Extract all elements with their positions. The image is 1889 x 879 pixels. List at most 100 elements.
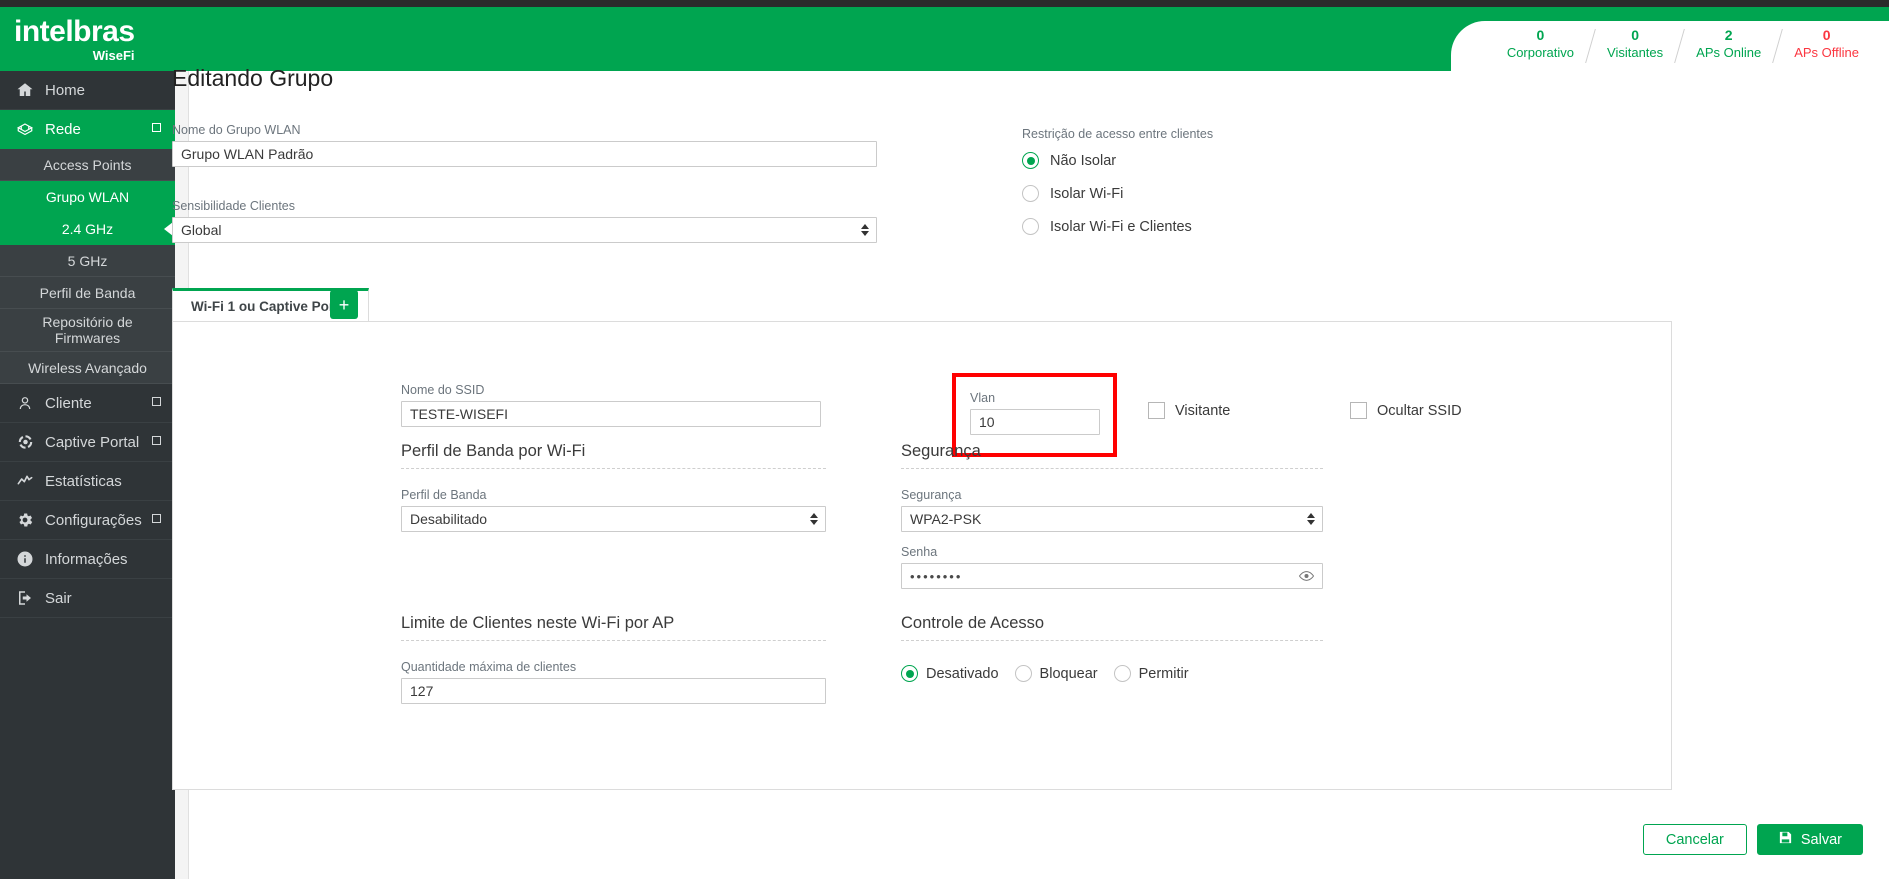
sidebar-item-24ghz[interactable]: 2.4 GHz — [0, 213, 175, 245]
logout-icon — [12, 589, 38, 607]
save-button-label: Salvar — [1800, 831, 1842, 848]
sidebar-item-sair-label: Sair — [45, 589, 72, 607]
header-stats: 0 Corporativo 0 Visitantes 2 APs Online … — [1450, 21, 1889, 78]
wifi-tabs: Wi-Fi 1 ou Captive Portal + — [172, 288, 1672, 322]
section-divider — [901, 468, 1323, 469]
brand-product: WiseFi — [92, 48, 135, 63]
info-icon — [12, 550, 38, 568]
add-wifi-tab-button[interactable]: + — [330, 290, 358, 319]
sidebar-item-sair[interactable]: Sair — [0, 579, 175, 618]
app-header: intelbras WiseFi 0 Corporativo 0 Visitan… — [0, 7, 1889, 78]
sidebar-item-perfil-de-banda-label: Perfil de Banda — [39, 284, 136, 301]
sidebar-item-estatisticas[interactable]: Estatísticas — [0, 462, 175, 501]
vlan-input[interactable] — [970, 409, 1100, 435]
stat-aps-online[interactable]: 2 APs Online — [1680, 26, 1777, 61]
ssid-input[interactable] — [401, 401, 821, 427]
password-label: Senha — [901, 545, 938, 559]
access-control-radio-group: Desativado Bloquear Permitir — [901, 659, 1323, 688]
radio-icon[interactable] — [1113, 665, 1131, 682]
stat-visitantes-label: Visitantes — [1607, 45, 1664, 60]
band-profile-select[interactable]: Desabilitado — [401, 506, 826, 532]
access-control-option-permitir[interactable]: Permitir — [1113, 659, 1189, 688]
ocultar-ssid-label: Ocultar SSID — [1377, 402, 1462, 419]
client-limit-section: Limite de Clientes neste Wi-Fi por AP Qu… — [401, 614, 826, 704]
chevron-expand-icon[interactable] — [152, 123, 161, 132]
eye-toggle-icon[interactable] — [1298, 568, 1315, 584]
access-control-option-desativado[interactable]: Desativado — [901, 659, 999, 688]
sidebar-item-configuracoes-label: Configurações — [45, 511, 142, 529]
sidebar-item-repositorio-firmwares-label: Repositório de Firmwares — [42, 314, 133, 346]
brand-name: intelbras — [14, 15, 135, 48]
visitante-checkbox-row[interactable]: Visitante — [1148, 402, 1230, 419]
sidebar: Home Rede Access Points Grupo WLAN 2.4 G… — [0, 71, 175, 879]
band-profile-section-title: Perfil de Banda por Wi-Fi — [401, 442, 586, 460]
client-limit-label: Quantidade máxima de clientes — [401, 660, 577, 674]
section-divider — [401, 640, 826, 641]
sidebar-item-captive-portal-label: Captive Portal — [45, 433, 140, 451]
group-name-input[interactable] — [172, 141, 877, 167]
chevron-expand-icon[interactable] — [152, 397, 161, 406]
stat-corporativo-value: 0 — [1536, 27, 1545, 43]
sidebar-item-24ghz-label: 2.4 GHz — [61, 221, 114, 237]
isolation-option-nao-isolar[interactable]: Não Isolar — [1022, 146, 1452, 175]
sidebar-item-repositorio-firmwares[interactable]: Repositório de Firmwares — [0, 309, 175, 352]
vlan-label: Vlan — [970, 391, 996, 405]
sidebar-item-configuracoes[interactable]: Configurações — [0, 501, 175, 540]
isolation-option-isolar-wifi[interactable]: Isolar Wi-Fi — [1022, 179, 1452, 208]
sidebar-item-grupo-wlan[interactable]: Grupo WLAN — [0, 181, 175, 213]
isolation-option-nao-isolar-label: Não Isolar — [1050, 152, 1117, 169]
radio-icon[interactable] — [1022, 218, 1039, 235]
radio-icon[interactable] — [901, 665, 918, 682]
client-sensitivity-value: Global — [181, 222, 222, 238]
sidebar-item-home[interactable]: Home — [0, 71, 175, 110]
captive-portal-icon — [12, 433, 38, 451]
plus-icon: + — [338, 294, 350, 315]
chevron-expand-icon[interactable] — [152, 436, 161, 445]
password-value: •••••••• — [910, 568, 963, 584]
password-input[interactable]: •••••••• — [901, 563, 1323, 589]
stat-aps-offline-value: 0 — [1822, 27, 1831, 43]
checkbox-icon[interactable] — [1148, 402, 1165, 419]
sidebar-item-5ghz-label: 5 GHz — [67, 252, 108, 269]
access-control-option-bloquear[interactable]: Bloquear — [1014, 659, 1098, 688]
sidebar-item-5ghz[interactable]: 5 GHz — [0, 245, 175, 277]
brand-logo[interactable]: intelbras WiseFi — [14, 17, 135, 64]
save-button[interactable]: Salvar — [1756, 824, 1863, 855]
sidebar-item-captive-portal[interactable]: Captive Portal — [0, 423, 175, 462]
sidebar-item-rede[interactable]: Rede — [0, 110, 175, 149]
sidebar-item-informacoes-label: Informações — [45, 550, 128, 568]
sidebar-item-estatisticas-label: Estatísticas — [45, 472, 122, 490]
ssid-label: Nome do SSID — [401, 383, 485, 397]
security-type-label: Segurança — [901, 488, 962, 502]
checkbox-icon[interactable] — [1350, 402, 1367, 419]
chevron-expand-icon[interactable] — [152, 514, 161, 523]
radio-icon[interactable] — [1022, 152, 1039, 169]
client-limit-input[interactable] — [401, 678, 826, 704]
security-type-select[interactable]: WPA2-PSK — [901, 506, 1323, 532]
stat-visitantes[interactable]: 0 Visitantes — [1591, 26, 1679, 61]
sidebar-item-wireless-avancado[interactable]: Wireless Avançado — [0, 352, 175, 384]
stat-corporativo[interactable]: 0 Corporativo — [1491, 26, 1590, 61]
network-icon — [12, 121, 38, 139]
cancel-button[interactable]: Cancelar — [1642, 824, 1747, 855]
visitante-label: Visitante — [1175, 402, 1231, 419]
sidebar-item-perfil-de-banda[interactable]: Perfil de Banda — [0, 277, 175, 309]
sidebar-item-access-points-label: Access Points — [43, 156, 132, 173]
isolation-option-isolar-wifi-clientes[interactable]: Isolar Wi-Fi e Clientes — [1022, 212, 1452, 241]
access-control-section: Controle de Acesso Desativado Bloquear P… — [901, 614, 1323, 688]
client-sensitivity-select[interactable]: Global — [172, 217, 877, 243]
sidebar-item-access-points[interactable]: Access Points — [0, 149, 175, 181]
ssid-field-group: Nome do SSID — [401, 382, 821, 427]
sidebar-item-informacoes[interactable]: Informações — [0, 540, 175, 579]
stat-aps-offline[interactable]: 0 APs Offline — [1778, 26, 1875, 61]
sidebar-item-home-label: Home — [45, 81, 86, 99]
section-divider — [401, 468, 826, 469]
sidebar-item-cliente[interactable]: Cliente — [0, 384, 175, 423]
security-section: Segurança Segurança WPA2-PSK Senha •••••… — [901, 442, 1323, 589]
radio-icon[interactable] — [1014, 665, 1032, 682]
spinner-arrows-icon — [861, 222, 869, 238]
sidebar-item-cliente-label: Cliente — [45, 394, 92, 412]
ocultar-ssid-checkbox-row[interactable]: Ocultar SSID — [1350, 402, 1462, 419]
radio-icon[interactable] — [1022, 185, 1039, 202]
sidebar-item-grupo-wlan-label: Grupo WLAN — [45, 189, 130, 205]
